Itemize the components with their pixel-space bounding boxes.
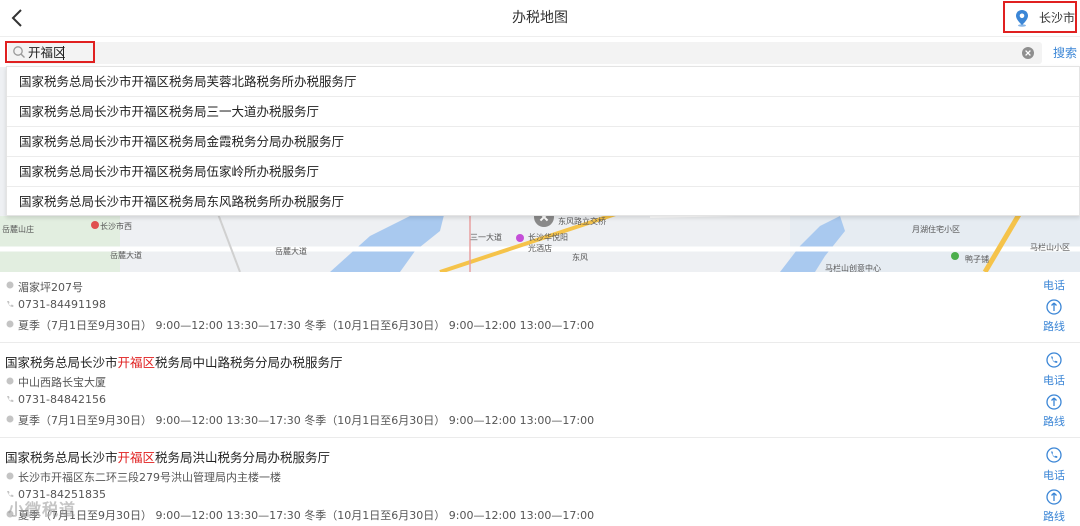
call-button[interactable]: 电话 <box>1043 372 1065 388</box>
route-icon[interactable] <box>1046 394 1062 410</box>
map-label-duck: 鸭子铺 <box>965 255 989 264</box>
route-button[interactable]: 路线 <box>1043 508 1065 524</box>
phone-icon <box>7 301 14 308</box>
title-highlight: 开福区 <box>117 450 156 465</box>
address-pin-icon <box>6 472 14 480</box>
title-text: 税务局中山路税务分局办税服务厅 <box>155 355 343 370</box>
office-address: 中山西路长宝大厦 <box>18 376 106 389</box>
office-hours: 夏季（7月1日至9月30日） 9:00—12:00 13:30—17:30 冬季… <box>18 414 595 427</box>
map-label-road2: 岳麓大道 <box>275 247 307 256</box>
suggestion-item[interactable]: 国家税务总局长沙市开福区税务局东风路税务所办税服务厅 <box>19 187 344 217</box>
map-label-mountain: 岳麓山庄 <box>2 225 34 234</box>
phone-call-icon[interactable] <box>1046 447 1062 463</box>
office-hours: 夏季（7月1日至9月30日） 9:00—12:00 13:30—17:30 冬季… <box>18 509 595 522</box>
address-pin-icon <box>6 377 14 385</box>
search-input[interactable] <box>8 42 1042 64</box>
map-label-hospital: 长沙市西 <box>100 222 132 231</box>
map-label-road1: 岳麓大道 <box>110 251 142 260</box>
text-caret <box>63 46 64 60</box>
search-input-value[interactable]: 开福区 <box>28 44 66 62</box>
clock-icon <box>6 320 14 328</box>
map-label-mlshan: 马栏山创意中心 <box>825 264 881 272</box>
phone-icon <box>7 396 14 403</box>
route-button[interactable]: 路线 <box>1043 318 1065 334</box>
map-label-dongfeng: 东风 <box>572 253 588 262</box>
location-pin-icon <box>1016 10 1028 27</box>
divider <box>0 342 1080 343</box>
office-title[interactable]: 国家税务总局长沙市开福区税务局洪山税务分局办税服务厅 <box>5 447 330 466</box>
phone-call-icon[interactable] <box>1046 352 1062 368</box>
suggestion-list: 国家税务总局长沙市开福区税务局芙蓉北路税务所办税服务厅 国家税务总局长沙市开福区… <box>6 66 1080 216</box>
office-phone: 0731-84491198 <box>18 298 106 311</box>
address-pin-icon <box>6 281 14 289</box>
map-label-park: 马栏山小区 <box>1030 243 1070 252</box>
route-icon[interactable] <box>1046 299 1062 315</box>
title-text: 国家税务总局长沙市 <box>5 355 118 370</box>
route-button[interactable]: 路线 <box>1043 413 1065 429</box>
office-phone: 0731-84842156 <box>18 393 106 406</box>
suggestion-item[interactable]: 国家税务总局长沙市开福区税务局芙蓉北路税务所办税服务厅 <box>19 67 357 97</box>
clock-icon <box>6 415 14 423</box>
title-highlight: 开福区 <box>117 355 156 370</box>
title-text: 国家税务总局长沙市 <box>5 450 118 465</box>
call-button[interactable]: 电话 <box>1043 467 1065 483</box>
map-label-sanyi: 三一大道 <box>470 233 502 242</box>
office-address: 湄家坪207号 <box>18 281 83 294</box>
divider <box>0 437 1080 438</box>
office-hours: 夏季（7月1日至9月30日） 9:00—12:00 13:30—17:30 冬季… <box>18 319 595 332</box>
office-title[interactable]: 国家税务总局长沙市开福区税务局中山路税务分局办税服务厅 <box>5 352 343 371</box>
map-label-east: 东风路立交桥 <box>558 217 606 226</box>
office-address: 长沙市开福区东二环三段279号洪山管理局内主楼一楼 <box>18 471 281 484</box>
call-button[interactable]: 电话 <box>1043 277 1065 293</box>
map-label-hotel: 长沙华悦阳光酒店 <box>528 233 568 253</box>
clear-icon[interactable] <box>1022 47 1034 59</box>
title-text: 税务局洪山税务分局办税服务厅 <box>155 450 331 465</box>
suggestion-item[interactable]: 国家税务总局长沙市开福区税务局三一大道办税服务厅 <box>19 97 319 127</box>
suggestion-item[interactable]: 国家税务总局长沙市开福区税务局金霞税务分局办税服务厅 <box>19 127 344 157</box>
city-label: 长沙市 <box>1039 11 1076 25</box>
watermark: 小微税道 <box>8 500 77 519</box>
search-button[interactable]: 搜索 <box>1053 45 1077 61</box>
map-label-lake: 月湖住宅小区 <box>912 225 960 234</box>
search-icon <box>13 46 25 58</box>
route-icon[interactable] <box>1046 489 1062 505</box>
suggestion-item[interactable]: 国家税务总局长沙市开福区税务局伍家岭所办税服务厅 <box>19 157 319 187</box>
page-title: 办税地图 <box>512 10 568 26</box>
